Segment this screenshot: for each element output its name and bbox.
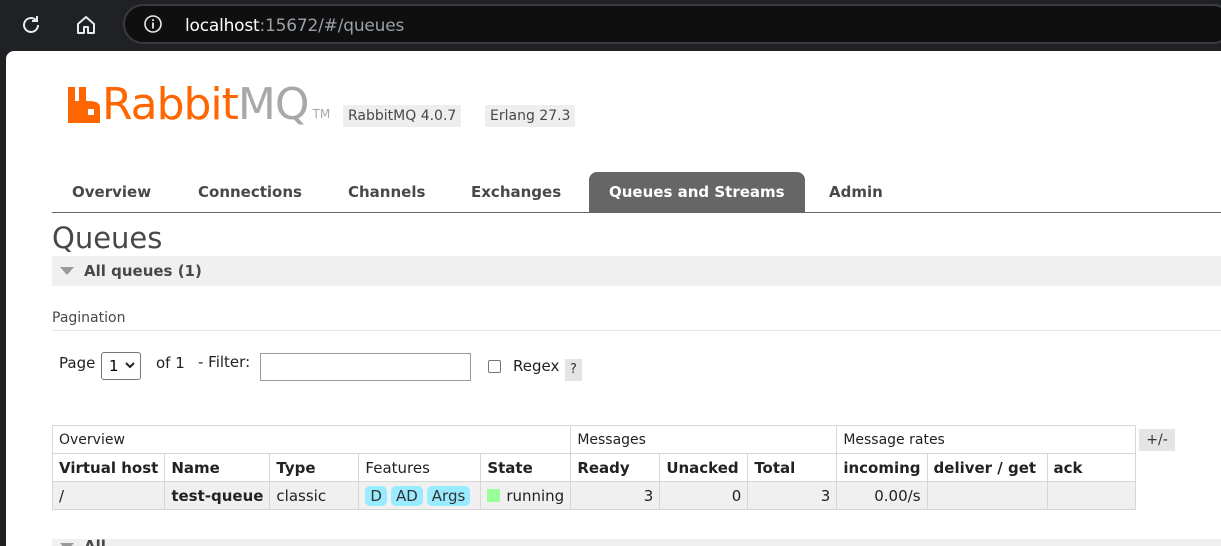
main-nav-tabs: Overview Connections Channels Exchanges … xyxy=(52,172,1221,213)
cell-features: D AD Args xyxy=(358,481,482,510)
column-options-button[interactable]: +/- xyxy=(1139,429,1175,451)
page-select-value: 1 xyxy=(109,357,119,375)
regex-label: Regex xyxy=(513,357,560,375)
page-select[interactable]: 1 xyxy=(101,352,141,380)
group-overview: Overview xyxy=(51,425,572,454)
group-message-rates: Message rates xyxy=(836,425,1136,454)
regex-help-button[interactable]: ? xyxy=(565,359,582,381)
url-text: localhost:15672/#/queues xyxy=(185,16,404,36)
page-content: Rabbit MQ TM RabbitMQ 4.0.7 Erlang 27.3 Ov… xyxy=(6,51,1221,546)
rabbitmq-logo[interactable]: Rabbit MQ TM xyxy=(68,81,330,127)
add-queue-section-title: All xyxy=(84,537,106,546)
page-title: Queues xyxy=(52,221,163,255)
cell-deliver-get xyxy=(926,481,1048,510)
cell-ready: 3 xyxy=(570,481,661,510)
url-host: localhost xyxy=(185,16,260,36)
tab-queues-and-streams[interactable]: Queues and Streams xyxy=(589,172,805,212)
logo-rabbit-text: Rabbit xyxy=(102,79,239,130)
cell-vhost: / xyxy=(51,481,166,510)
feature-badge-autodelete: AD xyxy=(390,485,423,506)
col-ready[interactable]: Ready xyxy=(570,453,661,482)
table-row[interactable]: / test-queue classic D AD Args running 3 0… xyxy=(51,481,1136,510)
filter-label: - Filter: xyxy=(198,353,251,371)
regex-checkbox[interactable] xyxy=(488,360,501,373)
page-label: Page xyxy=(59,354,96,372)
cell-total: 3 xyxy=(747,481,838,510)
address-bar[interactable]: localhost:15672/#/queues xyxy=(123,4,1221,44)
col-deliver-get[interactable]: deliver / get xyxy=(926,453,1048,482)
feature-badge-args: Args xyxy=(426,485,471,506)
rabbitmq-version-badge: RabbitMQ 4.0.7 xyxy=(343,105,462,127)
tab-overview[interactable]: Overview xyxy=(52,172,171,212)
col-unacked[interactable]: Unacked xyxy=(659,453,749,482)
col-virtual-host[interactable]: Virtual host xyxy=(51,453,166,482)
col-name[interactable]: Name xyxy=(164,453,271,482)
table-group-header-row: Overview Messages Message rates xyxy=(51,425,1136,454)
rabbitmq-logo-icon xyxy=(68,87,100,123)
state-running-indicator xyxy=(487,488,501,502)
collapse-triangle-icon xyxy=(60,267,74,275)
tab-exchanges[interactable]: Exchanges xyxy=(451,172,581,212)
cell-type: classic xyxy=(269,481,360,510)
reload-icon[interactable] xyxy=(16,10,46,40)
filter-input[interactable] xyxy=(260,353,471,381)
logo-tm-text: TM xyxy=(312,107,331,121)
col-incoming[interactable]: incoming xyxy=(836,453,928,482)
col-ack[interactable]: ack xyxy=(1046,453,1136,482)
group-messages: Messages xyxy=(570,425,838,454)
pagination-label: Pagination xyxy=(52,310,126,326)
site-info-icon[interactable] xyxy=(143,14,163,34)
col-total[interactable]: Total xyxy=(747,453,838,482)
cell-incoming: 0.00/s xyxy=(836,481,928,510)
table-header-row: Virtual host Name Type Features State Re… xyxy=(51,453,1136,482)
home-icon[interactable] xyxy=(71,10,101,40)
queues-table: Overview Messages Message rates Virtual … xyxy=(51,425,1136,510)
all-queues-section-title: All queues (1) xyxy=(84,262,202,280)
logo-mq-text: MQ xyxy=(237,79,310,130)
cell-ack xyxy=(1046,481,1136,510)
tab-admin[interactable]: Admin xyxy=(809,172,903,212)
browser-toolbar: localhost:15672/#/queues xyxy=(0,0,1221,50)
cell-unacked: 0 xyxy=(659,481,749,510)
tab-channels[interactable]: Channels xyxy=(328,172,445,212)
col-state[interactable]: State xyxy=(480,453,572,482)
add-queue-section-toggle[interactable]: All xyxy=(52,537,1221,546)
col-features: Features xyxy=(358,453,482,482)
state-text: running xyxy=(506,486,565,505)
feature-badge-durable: D xyxy=(365,485,387,506)
cell-queue-name-link[interactable]: test-queue xyxy=(164,481,271,510)
url-path: :15672/#/queues xyxy=(259,16,405,36)
tab-connections[interactable]: Connections xyxy=(178,172,322,212)
all-queues-section-toggle[interactable]: All queues (1) xyxy=(52,256,1221,286)
erlang-version-badge: Erlang 27.3 xyxy=(485,105,576,127)
pagination-divider xyxy=(52,330,1221,331)
col-type[interactable]: Type xyxy=(269,453,360,482)
of-pages-label: of 1 xyxy=(156,354,185,372)
chevron-down-icon xyxy=(125,362,135,369)
cell-state: running xyxy=(480,481,572,510)
